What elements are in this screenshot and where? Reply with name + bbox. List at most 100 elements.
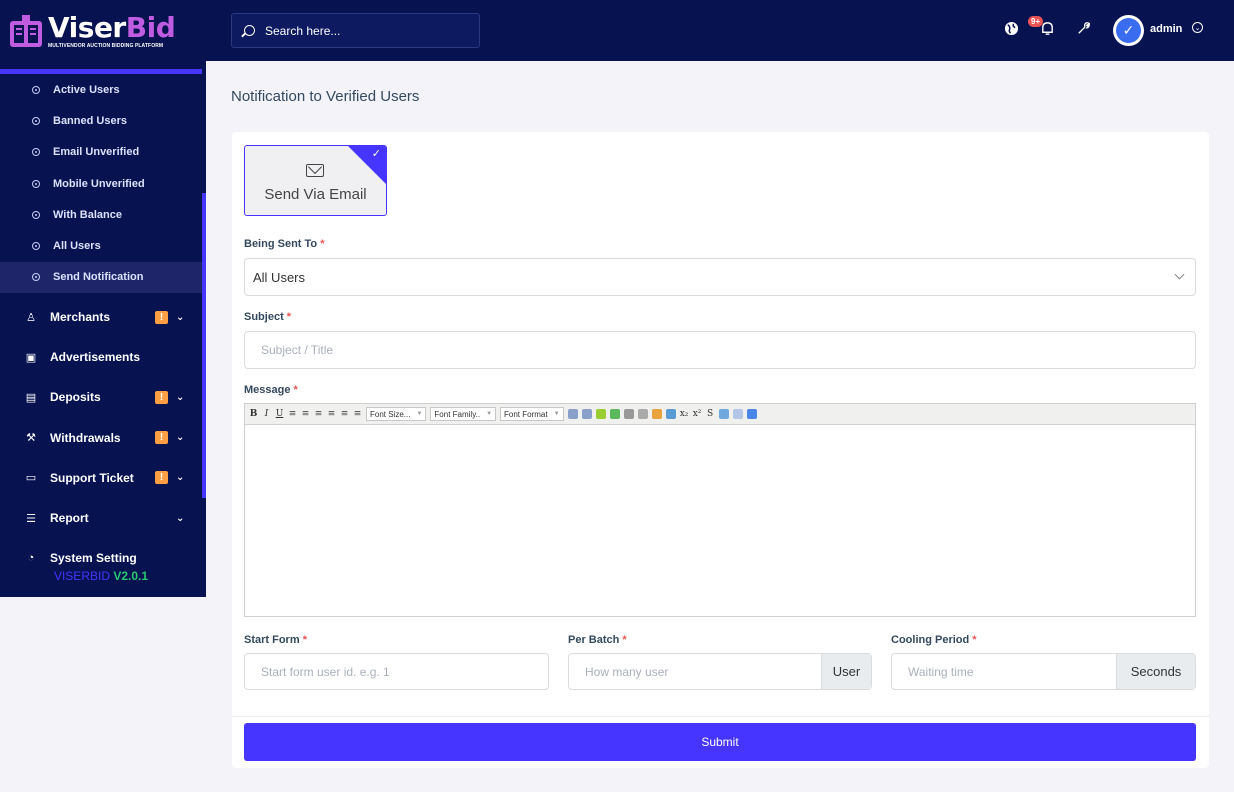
cooling-period-unit: Seconds [1116, 654, 1195, 689]
check-icon: ✓ [1116, 18, 1141, 43]
ad-icon: ▣ [25, 351, 37, 364]
circle-dot-icon [32, 210, 40, 219]
indent-icon[interactable] [567, 409, 578, 419]
color-icon[interactable] [651, 409, 662, 419]
table-icon[interactable] [609, 409, 620, 419]
notification-form-card: ✓ Send Via Email Being Sent To * All Use… [232, 132, 1209, 768]
start-form-label: Start Form * [244, 634, 307, 646]
sidebar-item-support-ticket[interactable]: ▭ Support Ticket ! ⌄ [0, 458, 202, 498]
search-icon [244, 25, 255, 36]
cooling-period-input[interactable]: Waiting time Seconds [891, 653, 1196, 690]
sidebar-item-report[interactable]: ☰ Report ⌄ [0, 498, 202, 538]
html-icon[interactable] [746, 409, 757, 419]
warning-badge: ! [155, 310, 168, 324]
warning-badge: ! [155, 471, 168, 485]
page-title: Notification to Verified Users [231, 88, 420, 105]
avatar[interactable]: ✓ [1113, 15, 1144, 46]
per-batch-label: Per Batch * [568, 634, 627, 646]
wrench-icon[interactable] [1076, 20, 1092, 36]
ticket-icon: ▭ [25, 472, 37, 485]
sidebar-item-merchants[interactable]: ♙ Merchants ! ⌄ [0, 297, 202, 337]
edit-icon[interactable] [595, 409, 606, 419]
submenu-item-send-notification[interactable]: Send Notification [0, 261, 202, 294]
underline-icon[interactable]: U [275, 409, 284, 419]
align-center-icon[interactable]: ≡ [301, 409, 310, 419]
circle-dot-icon [32, 179, 40, 188]
search-box[interactable] [231, 13, 480, 48]
italic-icon[interactable]: I [262, 409, 271, 419]
submenu-item-email-unverified[interactable]: Email Unverified [0, 137, 202, 168]
send-via-email-option[interactable]: ✓ Send Via Email [244, 145, 387, 216]
brand-name: ViserBid [48, 10, 176, 44]
file-dollar-icon: ▤ [25, 391, 37, 404]
users-submenu: Active Users Banned Users Email Unverifi… [0, 74, 202, 294]
card-divider [232, 716, 1209, 717]
message-editor[interactable]: B I U ≡ ≡ ≡ ≡ ≡ ≡ Font Size... ▼ Font Fam… [244, 403, 1196, 617]
circle-dot-icon [32, 116, 40, 125]
envelope-icon [306, 164, 324, 177]
submenu-item-all-users[interactable]: All Users [0, 230, 202, 261]
search-input[interactable] [265, 23, 465, 38]
align-left-icon[interactable]: ≡ [288, 409, 297, 419]
per-batch-input[interactable]: How many user User [568, 653, 872, 690]
submenu-item-with-balance[interactable]: With Balance [0, 199, 202, 230]
submenu-item-banned-users[interactable]: Banned Users [0, 105, 202, 136]
unordered-list-icon[interactable]: ≡ [353, 409, 362, 419]
chevron-down-icon: ⌄ [176, 391, 185, 403]
remove-format-icon[interactable] [718, 409, 729, 419]
being-sent-to-select[interactable]: All Users [244, 258, 1196, 296]
message-label: Message * [244, 384, 298, 396]
sidebar: ViserBid MULTIVENDOR AUCTION BIDDING PLA… [0, 0, 206, 597]
font-family-select[interactable]: Font Family.. ▼ [430, 407, 497, 421]
circle-dot-icon [32, 273, 40, 282]
subject-input[interactable]: Subject / Title [244, 331, 1196, 369]
chevron-down-icon [1174, 269, 1185, 280]
ordered-list-icon[interactable]: ≡ [340, 409, 349, 419]
chevron-down-icon: ⌄ [176, 512, 185, 524]
subscript-icon[interactable]: x₂ [680, 409, 689, 419]
send-via-label: Send Via Email [264, 186, 367, 203]
editor-toolbar: B I U ≡ ≡ ≡ ≡ ≡ ≡ Font Size... ▼ Font Fam… [245, 404, 1195, 425]
chevron-down-icon: ⌄ [176, 311, 185, 323]
start-form-input[interactable]: Start form user id. e.g. 1 [244, 653, 549, 690]
sidebar-item-withdrawals[interactable]: ⚒ Withdrawals ! ⌄ [0, 418, 202, 458]
circle-dot-icon [32, 148, 40, 157]
hr-icon[interactable] [732, 409, 743, 419]
link-icon[interactable] [623, 409, 634, 419]
admin-name[interactable]: admin [1150, 23, 1182, 35]
sidebar-item-advertisements[interactable]: ▣ Advertisements [0, 337, 202, 377]
sidebar-item-deposits[interactable]: ▤ Deposits ! ⌄ [0, 377, 202, 417]
unlink-icon[interactable] [637, 409, 648, 419]
list-icon: ☰ [26, 512, 36, 525]
image-icon[interactable] [665, 409, 676, 419]
notification-badge: 9+ [1028, 16, 1044, 27]
bold-icon[interactable]: B [249, 409, 258, 419]
sidebar-scrollbar[interactable] [202, 193, 206, 498]
being-sent-to-label: Being Sent To * [244, 238, 325, 250]
submenu-item-active-users[interactable]: Active Users [0, 74, 202, 105]
bank-icon: ⚒ [26, 432, 36, 445]
subject-label: Subject * [244, 311, 292, 323]
chevron-down-icon: ⌄ [176, 432, 185, 444]
brand-tagline: MULTIVENDOR AUCTION BIDDING PLATFORM [48, 42, 164, 49]
strikethrough-icon[interactable]: S [706, 409, 715, 419]
gauge-icon: ◔ [27, 552, 35, 565]
warning-badge: ! [155, 390, 168, 404]
align-right-icon[interactable]: ≡ [314, 409, 323, 419]
font-format-select[interactable]: Font Format ▼ [500, 407, 564, 421]
version-label: VISERBID V2.0.1 [53, 569, 149, 583]
chevron-down-icon: ⌄ [176, 472, 185, 484]
superscript-icon[interactable]: x² [693, 409, 702, 419]
outdent-icon[interactable] [581, 409, 592, 419]
check-icon: ✓ [371, 148, 381, 160]
circle-dot-icon [32, 242, 40, 251]
brand[interactable]: ViserBid MULTIVENDOR AUCTION BIDDING PLA… [0, 0, 206, 61]
globe-icon[interactable] [1003, 20, 1019, 36]
chevron-down-icon[interactable]: ⌄ [1192, 22, 1203, 33]
top-navbar: 9+ ✓ admin ⌄ [206, 0, 1234, 61]
font-size-select[interactable]: Font Size... ▼ [366, 407, 427, 421]
align-justify-icon[interactable]: ≡ [327, 409, 336, 419]
submit-button[interactable]: Submit [244, 723, 1196, 761]
submenu-item-mobile-unverified[interactable]: Mobile Unverified [0, 168, 202, 199]
per-batch-unit: User [821, 654, 871, 689]
